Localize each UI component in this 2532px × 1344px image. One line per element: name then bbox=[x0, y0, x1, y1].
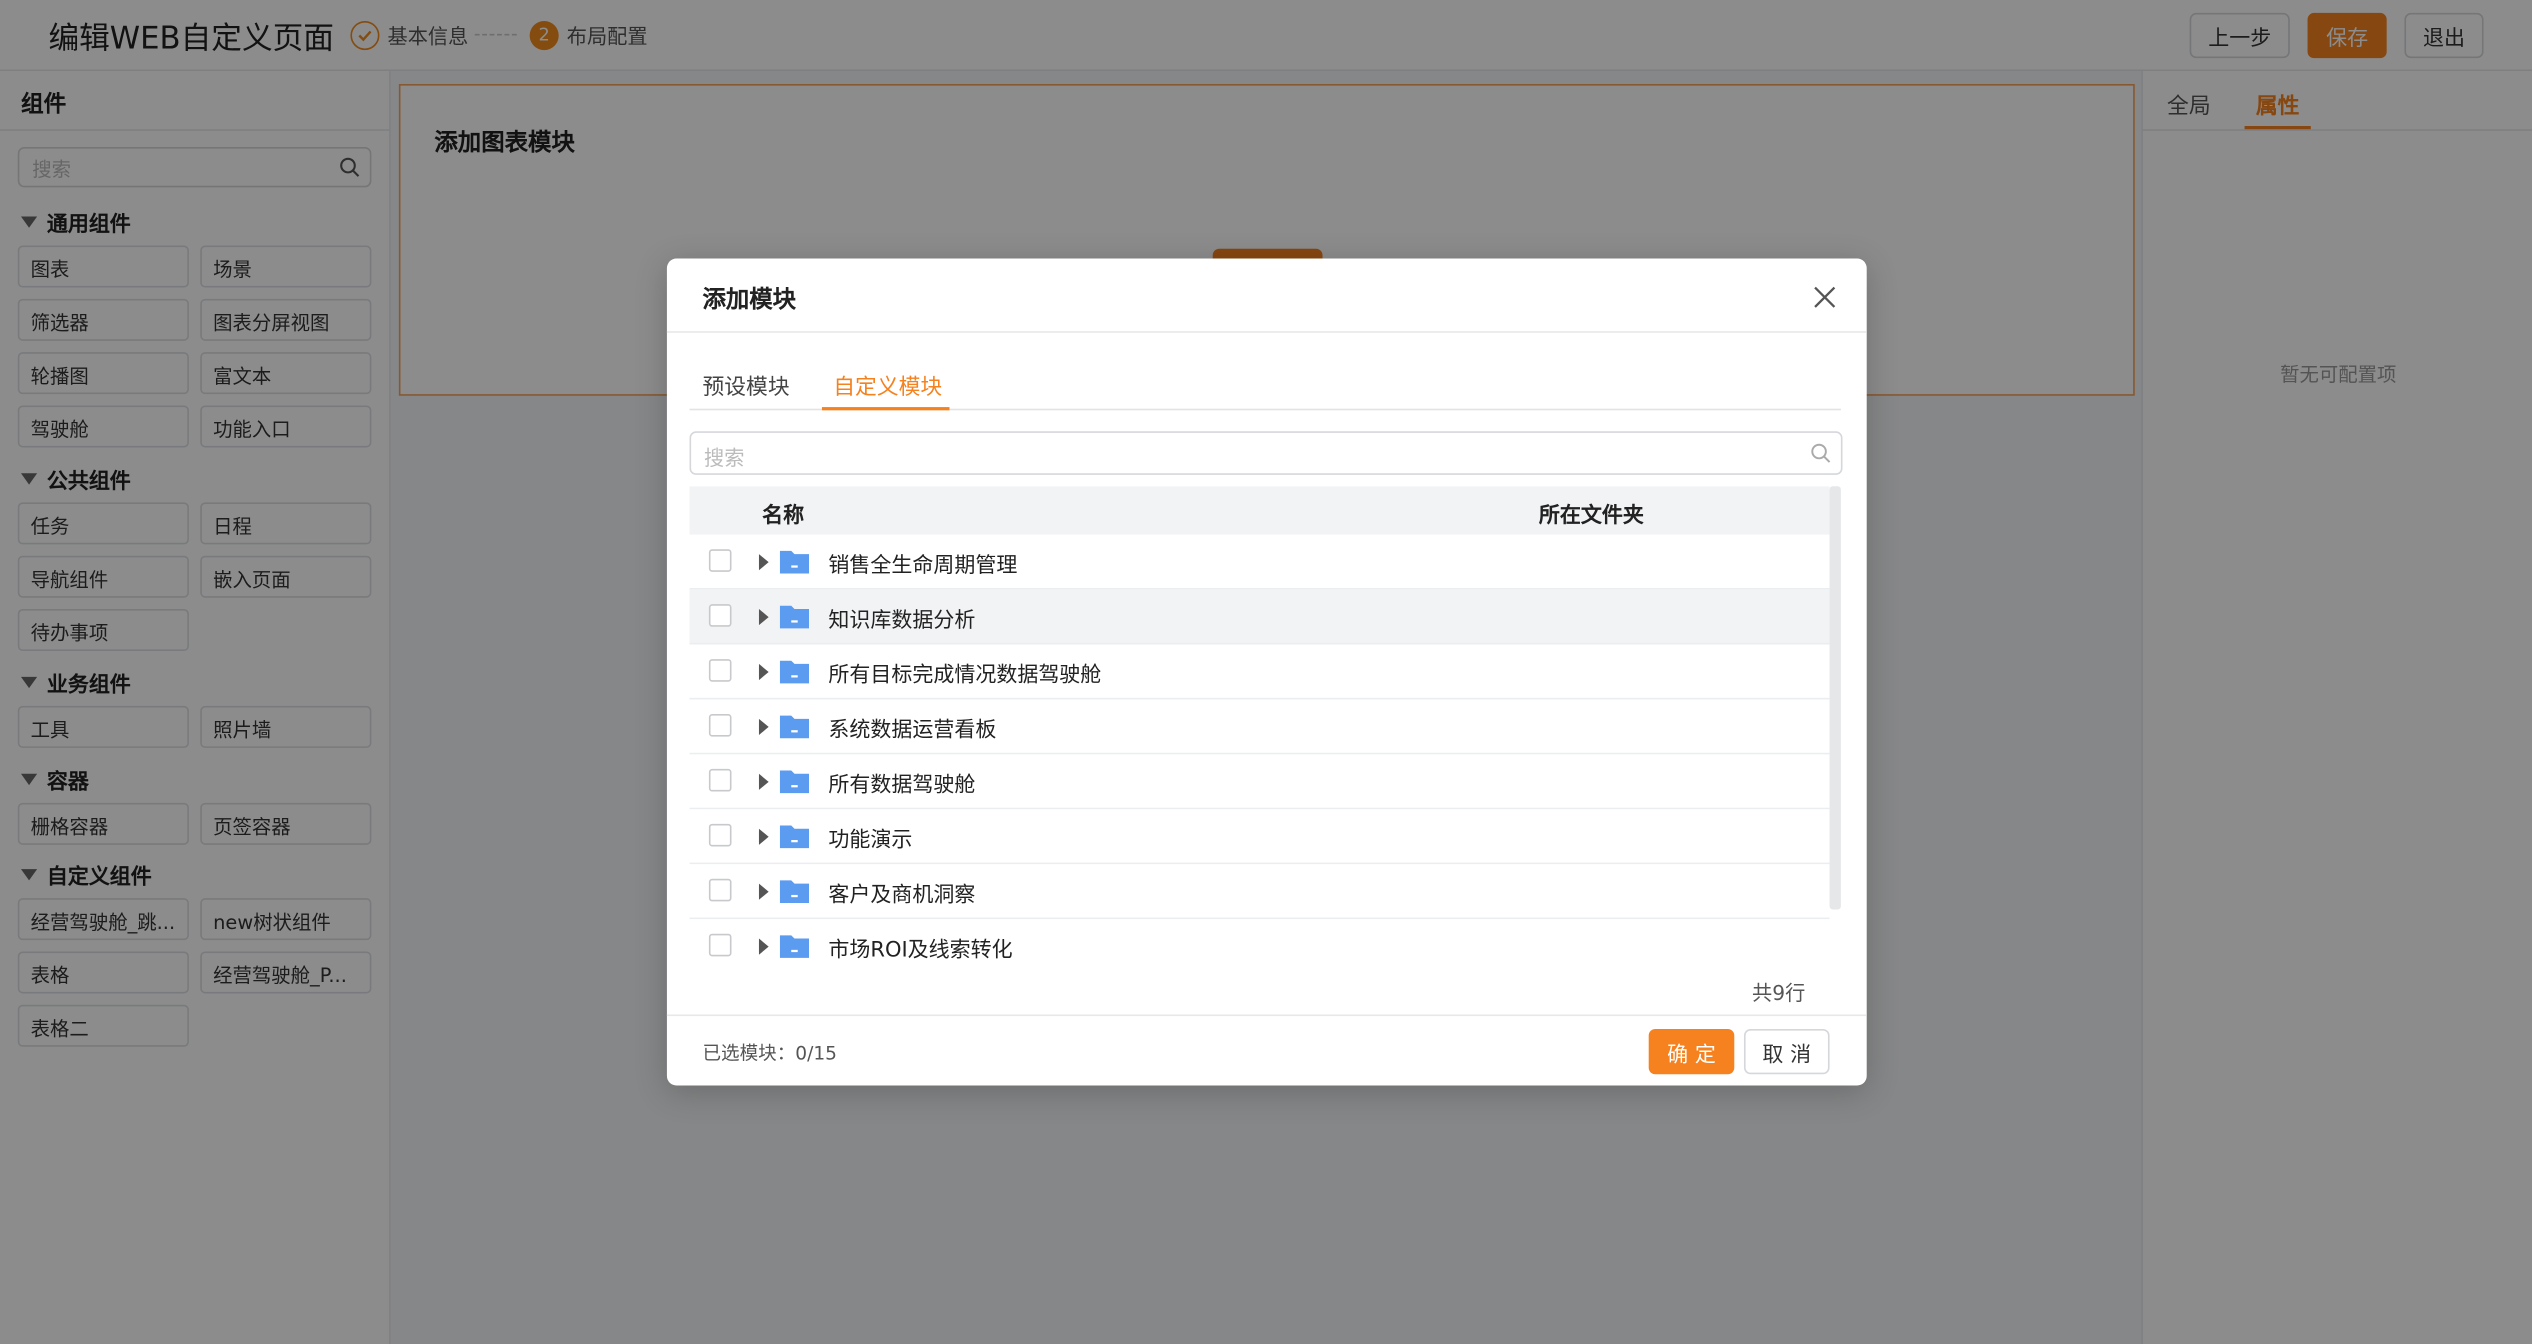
row-checkbox[interactable] bbox=[708, 604, 732, 627]
folder-icon bbox=[778, 877, 810, 911]
folder-icon bbox=[778, 548, 810, 582]
table-row[interactable]: 所有数据驾驶舱 bbox=[689, 754, 1830, 810]
row-checkbox[interactable] bbox=[708, 768, 732, 792]
column-name-header: 名称 bbox=[762, 504, 805, 529]
search-icon[interactable] bbox=[1810, 443, 1831, 469]
table-row[interactable]: 客户及商机洞察 bbox=[689, 864, 1830, 920]
folder-icon bbox=[778, 822, 810, 856]
table-row[interactable]: 功能演示 bbox=[689, 809, 1830, 865]
row-name: 知识库数据分析 bbox=[828, 609, 976, 634]
dialog-header: 添加模块 bbox=[666, 258, 1867, 333]
table-header: 名称 所在文件夹 bbox=[689, 486, 1830, 535]
folder-icon bbox=[778, 767, 810, 801]
row-name: 系统数据运营看板 bbox=[828, 718, 997, 744]
module-tabs: 预设模块 自定义模块 bbox=[689, 333, 1841, 411]
cancel-button[interactable]: 取 消 bbox=[1743, 1029, 1830, 1075]
caret-right-icon[interactable] bbox=[758, 773, 769, 790]
row-checkbox[interactable] bbox=[708, 878, 732, 902]
row-checkbox[interactable] bbox=[708, 549, 732, 572]
table-row[interactable]: 销售全生命周期管理 bbox=[689, 534, 1830, 590]
module-table: 名称 所在文件夹 销售全生命周期管理 知识库数据分析 所有目标完成情况数据驾驶舱 bbox=[689, 486, 1843, 971]
caret-right-icon[interactable] bbox=[758, 938, 769, 955]
dialog-title: 添加模块 bbox=[702, 287, 797, 314]
caret-right-icon[interactable] bbox=[758, 663, 769, 681]
add-module-dialog: 添加模块 预设模块 自定义模块 搜索 名称 所在文件夹 销售全生命周期管理 知识… bbox=[666, 258, 1867, 1086]
row-name: 所有数据驾驶舱 bbox=[828, 773, 976, 799]
dialog-footer: 已选模块：0/15 确 定 取 消 bbox=[666, 1014, 1867, 1085]
row-checkbox[interactable] bbox=[708, 823, 732, 847]
caret-right-icon[interactable] bbox=[758, 554, 769, 571]
caret-right-icon[interactable] bbox=[758, 609, 769, 626]
table-row[interactable]: 知识库数据分析 bbox=[689, 589, 1830, 645]
row-name: 销售全生命周期管理 bbox=[828, 554, 1018, 579]
row-checkbox[interactable] bbox=[708, 933, 732, 957]
folder-icon bbox=[778, 603, 810, 637]
table-row[interactable]: 市场ROI及线索转化 bbox=[689, 919, 1830, 971]
selected-module-count: 已选模块：0/15 bbox=[702, 1041, 837, 1065]
tab-custom-modules[interactable]: 自定义模块 bbox=[833, 368, 942, 401]
row-total: 共9行 bbox=[1752, 980, 1806, 1005]
row-checkbox[interactable] bbox=[708, 659, 732, 682]
table-scrollbar[interactable] bbox=[1829, 486, 1841, 910]
module-search-input[interactable]: 搜索 bbox=[689, 431, 1843, 475]
caret-right-icon[interactable] bbox=[758, 883, 769, 900]
active-tab-indicator bbox=[821, 407, 950, 411]
row-name: 所有目标完成情况数据驾驶舱 bbox=[828, 663, 1102, 689]
table-row[interactable]: 系统数据运营看板 bbox=[689, 699, 1830, 755]
row-checkbox[interactable] bbox=[708, 714, 732, 737]
tab-preset-modules[interactable]: 预设模块 bbox=[702, 368, 789, 401]
app-root: 编辑WEB自定义页面 基本信息 2 布局配置 上一步 保存 退出 组件 搜索 通… bbox=[0, 0, 2532, 1344]
column-folder-header: 所在文件夹 bbox=[1538, 504, 1644, 529]
caret-right-icon[interactable] bbox=[758, 828, 769, 845]
folder-icon bbox=[778, 932, 810, 966]
close-icon[interactable] bbox=[1813, 284, 1836, 308]
row-name: 市场ROI及线索转化 bbox=[828, 938, 1013, 963]
table-row[interactable]: 所有目标完成情况数据驾驶舱 bbox=[689, 644, 1830, 700]
row-name: 客户及商机洞察 bbox=[828, 883, 976, 908]
caret-right-icon[interactable] bbox=[758, 718, 769, 736]
folder-icon bbox=[778, 657, 810, 691]
folder-icon bbox=[778, 712, 810, 746]
row-name: 功能演示 bbox=[828, 828, 913, 853]
confirm-button[interactable]: 确 定 bbox=[1648, 1029, 1735, 1075]
search-placeholder: 搜索 bbox=[704, 445, 745, 471]
